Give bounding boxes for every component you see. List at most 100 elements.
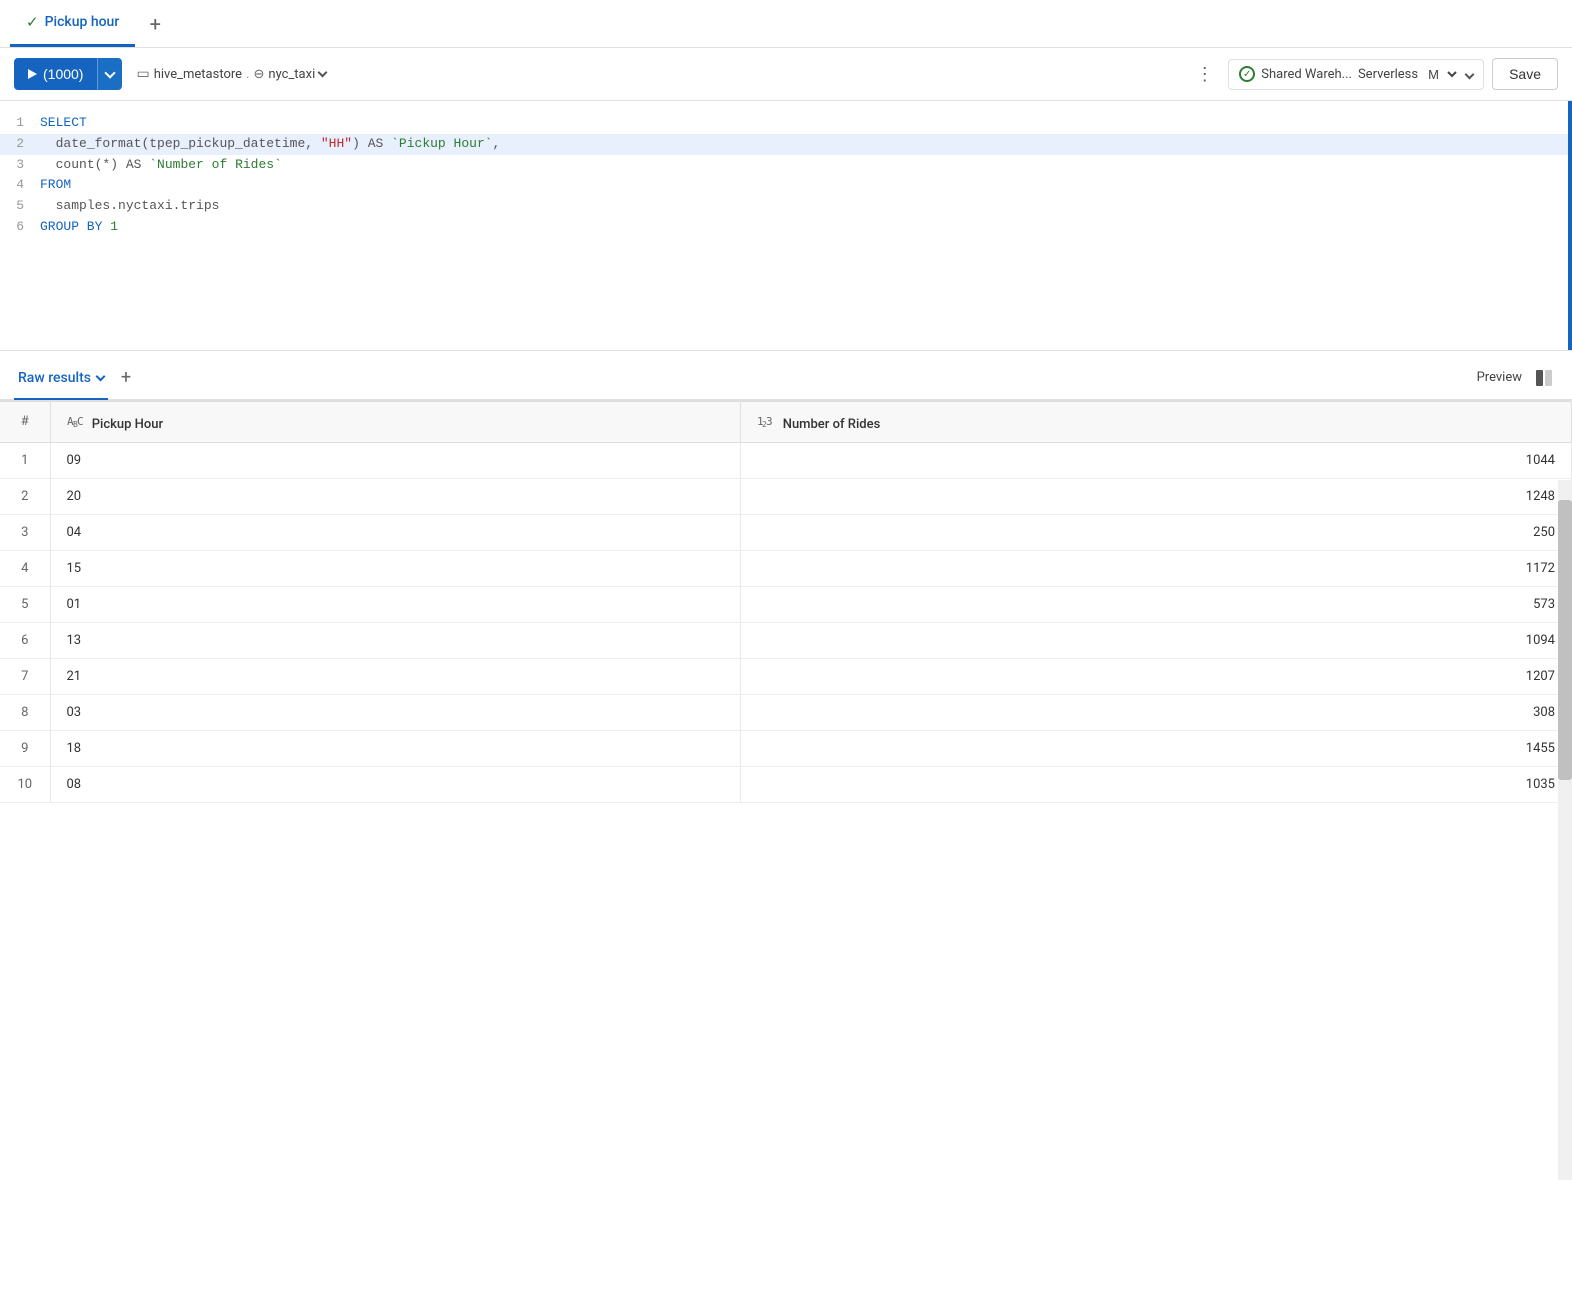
cell-pickup-hour: 13 [50,622,741,658]
warehouse-selector[interactable]: ✓ Shared Wareh... Serverless M S L XL [1228,59,1484,90]
hive-metastore-label: hive_metastore [154,67,242,82]
cell-num-rides: 1172 [741,550,1572,586]
run-dropdown-button[interactable] [97,58,122,90]
cell-row-num: 3 [0,514,50,550]
line-content-6: GROUP BY 1 [40,217,118,238]
tab-check-icon: ✓ [26,13,39,31]
cell-num-rides: 1455 [741,730,1572,766]
cell-row-num: 7 [0,658,50,694]
schema-label[interactable]: nyc_taxi [268,67,315,82]
line-number-5: 5 [0,196,40,217]
table-header-row: # A B C Pickup Hour 1 [0,401,1572,442]
cell-pickup-hour: 04 [50,514,741,550]
chevron-down-icon [105,67,116,78]
result-tabs: Raw results + Preview [0,357,1572,401]
cell-row-num: 5 [0,586,50,622]
warehouse-chevron-icon [1466,67,1473,82]
line-number-6: 6 [0,217,40,238]
svg-text:3: 3 [766,415,773,428]
cell-row-num: 2 [0,478,50,514]
cell-num-rides: 1094 [741,622,1572,658]
run-label: (1000) [43,66,83,82]
results-table-wrapper: # A B C Pickup Hour 1 [0,401,1572,803]
tab-bar: ✓ Pickup hour + [0,0,1572,48]
code-line-3: 3 count(*) AS `Number of Rides` [0,155,1572,176]
cell-pickup-hour: 08 [50,766,741,802]
cell-num-rides: 1248 [741,478,1572,514]
cell-pickup-hour: 01 [50,586,741,622]
cell-row-num: 10 [0,766,50,802]
warehouse-status-icon: ✓ [1239,66,1255,82]
more-options-button[interactable]: ⋮ [1190,59,1220,89]
run-button[interactable]: (1000) [14,58,97,90]
layout-icon[interactable] [1530,364,1558,392]
cell-pickup-hour: 21 [50,658,741,694]
run-button-group: (1000) [14,58,122,90]
cell-pickup-hour: 15 [50,550,741,586]
cell-num-rides: 308 [741,694,1572,730]
cell-row-num: 9 [0,730,50,766]
code-editor[interactable]: 1 SELECT 2 date_format(tpep_pickup_datet… [0,101,1572,351]
cell-row-num: 8 [0,694,50,730]
code-line-1: 1 SELECT [0,113,1572,134]
col-header-num: # [0,401,50,442]
table-row: 4 15 1172 [0,550,1572,586]
cell-row-num: 4 [0,550,50,586]
save-button[interactable]: Save [1492,58,1558,90]
line-content-2: date_format(tpep_pickup_datetime, "HH") … [40,134,500,155]
table-row: 5 01 573 [0,586,1572,622]
result-tab-add-button[interactable]: + [112,364,140,392]
schema-icon: ⊖ [253,67,264,82]
table-row: 6 13 1094 [0,622,1572,658]
result-tab-chevron-icon [96,371,106,381]
editor-scroll-indicator [1568,101,1572,350]
scrollbar-thumb[interactable] [1558,500,1572,780]
cell-num-rides: 573 [741,586,1572,622]
cell-row-num: 6 [0,622,50,658]
svg-text:C: C [77,415,84,428]
result-tab-label: Raw results [18,370,91,386]
table-row: 2 20 1248 [0,478,1572,514]
cell-pickup-hour: 03 [50,694,741,730]
warehouse-type: Serverless [1358,67,1418,82]
schema-chevron-icon[interactable] [318,68,328,78]
table-row: 7 21 1207 [0,658,1572,694]
results-table: # A B C Pickup Hour 1 [0,401,1572,803]
preview-button[interactable]: Preview [1469,366,1530,389]
line-number-4: 4 [0,175,40,196]
cell-num-rides: 250 [741,514,1572,550]
warehouse-size-select[interactable]: M S L XL [1424,66,1460,83]
cell-num-rides: 1207 [741,658,1572,694]
result-tab-raw[interactable]: Raw results [14,358,108,400]
code-line-5: 5 samples.nyctaxi.trips [0,196,1572,217]
line-content-3: count(*) AS `Number of Rides` [40,155,282,176]
play-icon [28,69,37,79]
cell-num-rides: 1044 [741,442,1572,478]
cell-pickup-hour: 09 [50,442,741,478]
tab-add-button[interactable]: + [139,8,171,40]
line-number-3: 3 [0,155,40,176]
scrollbar[interactable] [1558,480,1572,1180]
line-number-2: 2 [0,134,40,155]
string-col-icon: A B C [67,412,85,428]
code-line-2: 2 date_format(tpep_pickup_datetime, "HH"… [0,134,1572,155]
cell-pickup-hour: 20 [50,478,741,514]
tab-pickup-hour[interactable]: ✓ Pickup hour [10,0,135,47]
database-icon: ▭ [136,66,149,82]
table-row: 8 03 308 [0,694,1572,730]
table-row: 10 08 1035 [0,766,1572,802]
toolbar: (1000) ▭ hive_metastore . ⊖ nyc_taxi ⋮ ✓… [0,48,1572,101]
warehouse-label: Shared Wareh... [1261,67,1352,82]
col-header-pickup-hour[interactable]: A B C Pickup Hour [50,401,741,442]
cell-row-num: 1 [0,442,50,478]
col-header-num-rides[interactable]: 1 2 3 Number of Rides [741,401,1572,442]
line-content-1: SELECT [40,113,87,134]
code-line-4: 4 FROM [0,175,1572,196]
cell-num-rides: 1035 [741,766,1572,802]
tab-label: Pickup hour [45,14,120,30]
num-col-icon: 1 2 3 [757,412,775,428]
line-content-5: samples.nyctaxi.trips [40,196,219,217]
line-content-4: FROM [40,175,71,196]
database-info: ▭ hive_metastore . ⊖ nyc_taxi [136,66,326,82]
db-separator: . [246,67,249,82]
